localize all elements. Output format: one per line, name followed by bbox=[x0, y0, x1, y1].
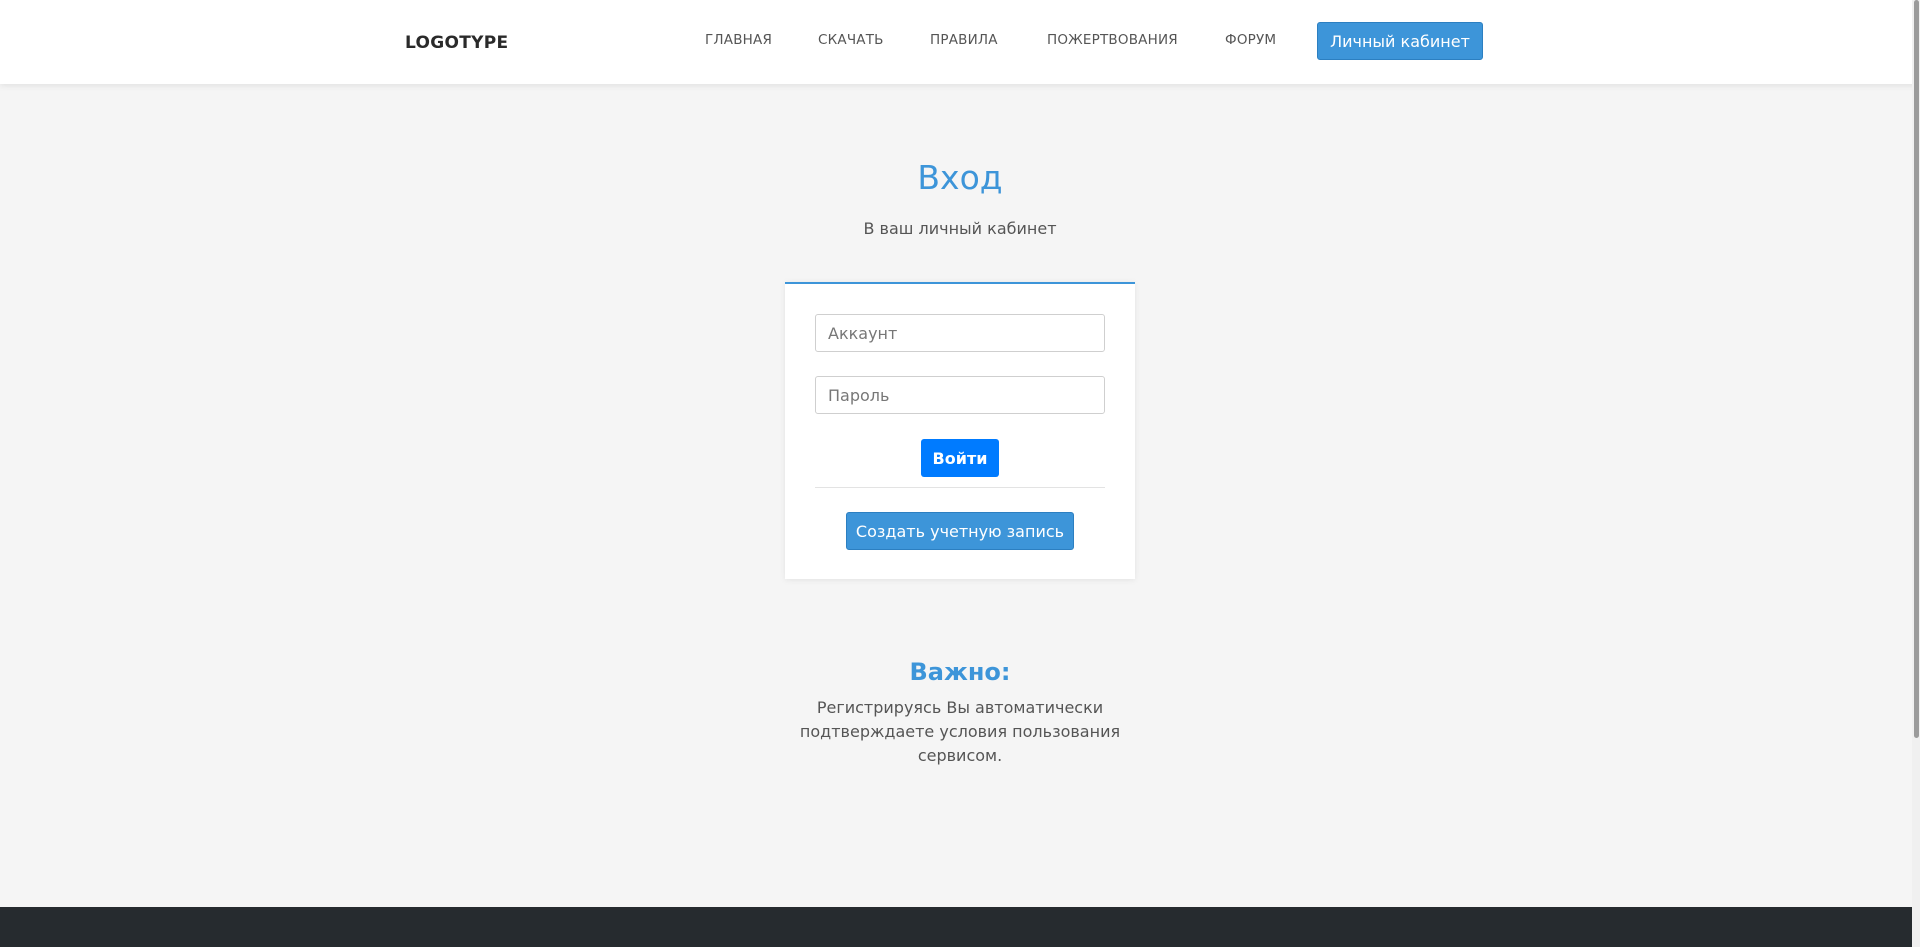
login-button[interactable]: Войти bbox=[921, 439, 999, 477]
password-input[interactable] bbox=[815, 376, 1105, 414]
site-header: LOGOTYPE ГЛАВНАЯ СКАЧАТЬ ПРАВИЛА ПОЖЕРТВ… bbox=[0, 0, 1920, 84]
nav-item-donations[interactable]: ПОЖЕРТВОВАНИЯ bbox=[1047, 32, 1178, 48]
page-subtitle: В ваш личный кабинет bbox=[863, 219, 1057, 238]
create-account-button[interactable]: Создать учетную запись bbox=[846, 512, 1074, 550]
login-card: Войти Создать учетную запись bbox=[785, 282, 1135, 579]
nav-item-rules[interactable]: ПРАВИЛА bbox=[930, 32, 998, 48]
nav-item-home[interactable]: ГЛАВНАЯ bbox=[705, 32, 772, 48]
nav-item-forum[interactable]: ФОРУМ bbox=[1225, 32, 1276, 48]
personal-cabinet-button[interactable]: Личный кабинет bbox=[1317, 22, 1483, 60]
important-title: Важно: bbox=[909, 658, 1011, 686]
important-text: Регистрируясь Вы автоматически подтвержд… bbox=[799, 698, 1121, 765]
site-footer bbox=[0, 907, 1920, 947]
logo[interactable]: LOGOTYPE bbox=[405, 33, 508, 53]
card-divider bbox=[815, 487, 1105, 488]
page-title: Вход bbox=[917, 158, 1003, 197]
scrollbar-thumb[interactable] bbox=[1914, 0, 1919, 738]
account-input[interactable] bbox=[815, 314, 1105, 352]
scrollbar[interactable] bbox=[1912, 0, 1920, 947]
page: LOGOTYPE ГЛАВНАЯ СКАЧАТЬ ПРАВИЛА ПОЖЕРТВ… bbox=[0, 0, 1920, 947]
nav-item-download[interactable]: СКАЧАТЬ bbox=[818, 32, 884, 48]
